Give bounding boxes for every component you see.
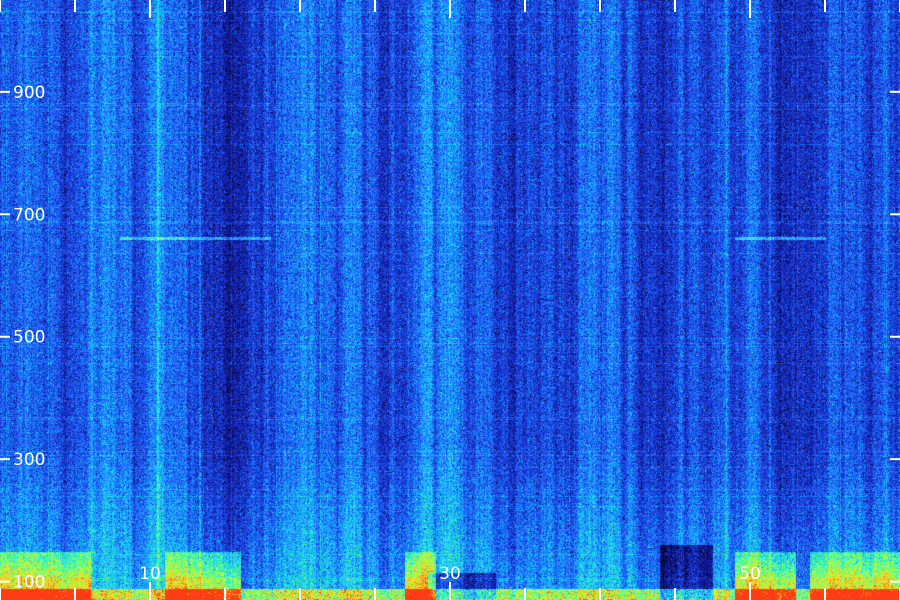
x-tick-label: 50 (739, 564, 761, 584)
x-tick-label: 30 (439, 564, 461, 584)
y-tick-label: 100 (13, 573, 45, 593)
spectrogram-chart: 10 30 50 100 300 500 700 900 (0, 0, 900, 600)
y-tick-label: 900 (13, 83, 45, 103)
y-tick-label: 700 (13, 205, 45, 225)
y-tick-label: 500 (13, 328, 45, 348)
axes-overlay: 10 30 50 100 300 500 700 900 (0, 0, 900, 600)
x-tick-label: 10 (139, 564, 161, 584)
y-tick-label: 300 (13, 450, 45, 470)
